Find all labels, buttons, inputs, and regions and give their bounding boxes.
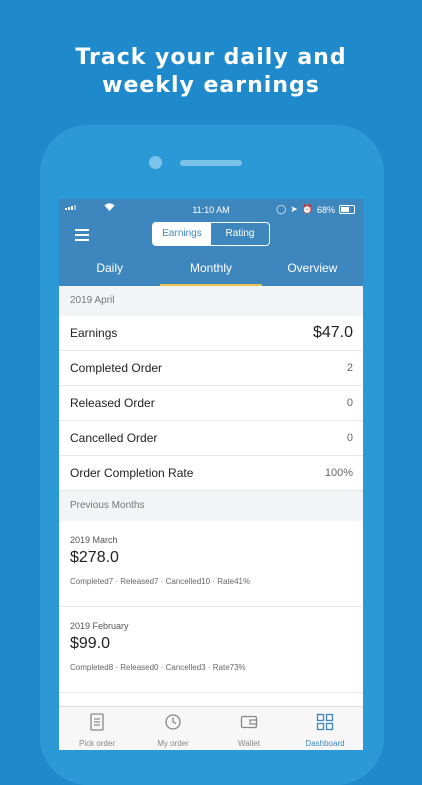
location-icon: ➤ [290,204,298,214]
month-amount: $278.0 [70,549,119,566]
month-name: 2019 March [70,535,118,545]
completed-order-row: Completed Order 2 [59,351,363,386]
phone-screen: 11:10 AM ◯ ➤ ⏰ 68% Earnings Rating Daily… [59,199,363,750]
headline-line-1: Track your daily and [75,45,347,70]
period-tabs: Daily Monthly Overview [59,257,363,286]
alarm-icon: ⏰ [301,204,313,214]
status-bar: 11:10 AM ◯ ➤ ⏰ 68% [59,199,363,221]
segment-rating[interactable]: Rating [211,223,269,245]
tab-daily[interactable]: Daily [59,257,160,286]
month-card-february[interactable]: 2019 February $99.0 Completed8 · Release… [59,607,363,693]
tab-monthly[interactable]: Monthly [160,257,262,286]
current-period-header: 2019 April [59,286,363,316]
headline: Track your daily and weekly earnings [0,44,422,100]
earnings-value: $47.0 [312,324,353,341]
month-amount: $99.0 [70,635,111,652]
history-clock-icon [165,714,181,730]
menu-icon[interactable] [75,229,89,241]
tab-pick-order[interactable]: Pick order [59,707,135,750]
released-order-row: Released Order 0 [59,386,363,421]
month-stats: Completed8 · Released0 · Cancelled3 · Ra… [70,663,246,672]
tab-label: My order [157,739,189,748]
status-right: ◯ ➤ ⏰ 68% [276,204,355,215]
segment-earnings[interactable]: Earnings [153,223,211,245]
tab-my-order[interactable]: My order [135,707,211,750]
month-name: 2019 February [70,621,129,631]
battery-icon [339,205,355,214]
app-header: Earnings Rating Daily Monthly Overview [59,221,363,286]
tab-dashboard[interactable]: Dashboard [287,707,363,750]
cancelled-order-value: 0 [346,432,353,444]
month-stats: Completed7 · Released7 · Cancelled10 · R… [70,577,251,586]
content: 2019 April Earnings $47.0 Completed Orde… [59,286,363,750]
completion-rate-row: Order Completion Rate 100% [59,456,363,491]
headline-line-2: weekly earnings [102,73,320,98]
clipboard-icon [90,713,104,731]
previous-months-header: Previous Months [59,491,363,521]
released-order-label: Released Order [70,396,155,410]
completed-order-value: 2 [346,362,353,374]
tab-label: Wallet [238,739,260,748]
earnings-label: Earnings [70,326,118,340]
earnings-row: Earnings $47.0 [59,316,363,351]
month-card-march[interactable]: 2019 March $278.0 Completed7 · Released7… [59,521,363,607]
tab-label: Dashboard [305,739,345,748]
completion-rate-value: 100% [324,467,353,479]
dashboard-grid-icon [316,713,334,731]
bottom-tab-bar: Pick order My order Wallet Dashboard [59,706,363,750]
camera-dot [149,156,162,169]
released-order-value: 0 [346,397,353,409]
battery-percent: 68% [316,204,335,215]
speaker-grille [180,160,242,166]
completion-rate-label: Order Completion Rate [70,466,194,480]
tab-overview[interactable]: Overview [262,257,363,286]
cancelled-order-label: Cancelled Order [70,431,158,445]
tab-label: Pick order [78,739,115,748]
segment-control: Earnings Rating [152,222,270,246]
completed-order-label: Completed Order [70,361,163,375]
lock-rotation-icon: ◯ [276,204,287,214]
wallet-icon [240,715,258,729]
cancelled-order-row: Cancelled Order 0 [59,421,363,456]
tab-wallet[interactable]: Wallet [211,707,287,750]
